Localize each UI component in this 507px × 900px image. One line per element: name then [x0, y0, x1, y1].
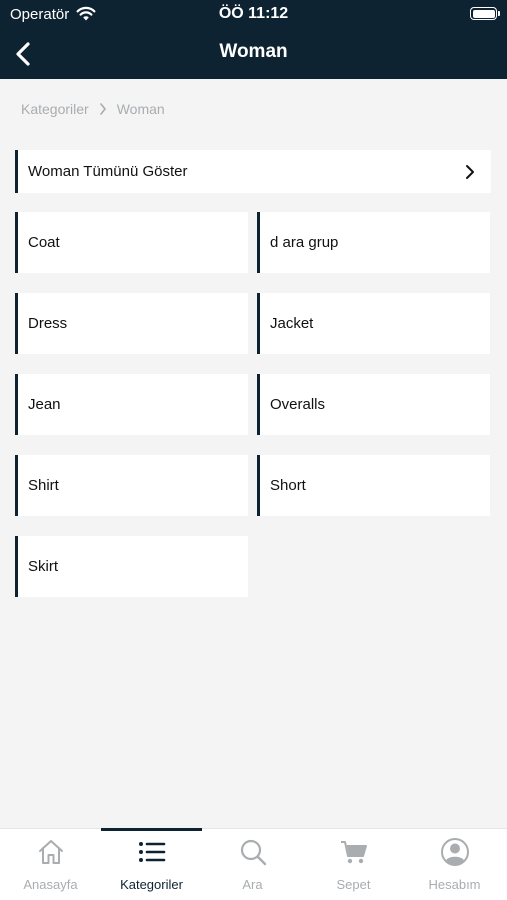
- show-all-label: Woman Tümünü Göster: [28, 163, 188, 180]
- category-label: Shirt: [28, 477, 59, 494]
- breadcrumb: Kategoriler Woman: [21, 101, 165, 117]
- page-title: Woman: [219, 41, 288, 62]
- category-label: Short: [270, 477, 306, 494]
- active-tab-indicator: [101, 828, 202, 831]
- category-label: Coat: [28, 234, 60, 251]
- category-short[interactable]: Short: [257, 455, 490, 516]
- category-label: Jacket: [270, 315, 314, 332]
- breadcrumb-root[interactable]: Kategoriler: [21, 101, 89, 117]
- category-overalls[interactable]: Overalls: [257, 374, 490, 435]
- tab-label: Kategoriler: [120, 877, 183, 892]
- show-all-button[interactable]: Woman Tümünü Göster: [15, 150, 491, 193]
- top-bar: Operatör ÖÖ 11:12 Woman: [0, 0, 507, 79]
- chevron-right-icon: [466, 164, 474, 179]
- chevron-right-icon: [99, 103, 106, 115]
- home-icon: [38, 840, 63, 864]
- category-d-ara-grup[interactable]: d ara grup: [257, 212, 490, 273]
- category-jean[interactable]: Jean: [15, 374, 248, 435]
- tab-bar: Anasayfa Kategoriler Ara Sepet Hesabım: [0, 828, 507, 900]
- tab-label: Anasayfa: [23, 877, 78, 892]
- category-label: Skirt: [28, 558, 58, 575]
- category-coat[interactable]: Coat: [15, 212, 248, 273]
- tab-label: Ara: [242, 877, 263, 892]
- breadcrumb-current: Woman: [116, 101, 165, 117]
- tab-hesabim[interactable]: Hesabım: [404, 829, 505, 900]
- tab-sepet[interactable]: Sepet: [303, 829, 404, 900]
- tab-anasayfa[interactable]: Anasayfa: [0, 829, 101, 900]
- category-label: Jean: [28, 396, 61, 413]
- category-jacket[interactable]: Jacket: [257, 293, 490, 354]
- clock: ÖÖ 11:12: [218, 5, 289, 22]
- battery-icon: [470, 7, 500, 20]
- tab-label: Hesabım: [428, 877, 481, 892]
- category-label: Overalls: [270, 396, 326, 413]
- cart-icon: [340, 841, 367, 864]
- list-icon: [138, 842, 165, 862]
- tab-ara[interactable]: Ara: [202, 829, 303, 900]
- search-icon: [240, 839, 266, 866]
- category-skirt[interactable]: Skirt: [15, 536, 248, 597]
- category-dress[interactable]: Dress: [15, 293, 248, 354]
- tab-label: Sepet: [336, 877, 371, 892]
- category-shirt[interactable]: Shirt: [15, 455, 248, 516]
- status-bar: Operatör ÖÖ 11:12: [0, 0, 507, 28]
- tab-kategoriler[interactable]: Kategoriler: [101, 828, 202, 900]
- category-label: d ara grup: [270, 234, 339, 251]
- category-label: Dress: [28, 315, 68, 332]
- account-icon: [440, 838, 469, 866]
